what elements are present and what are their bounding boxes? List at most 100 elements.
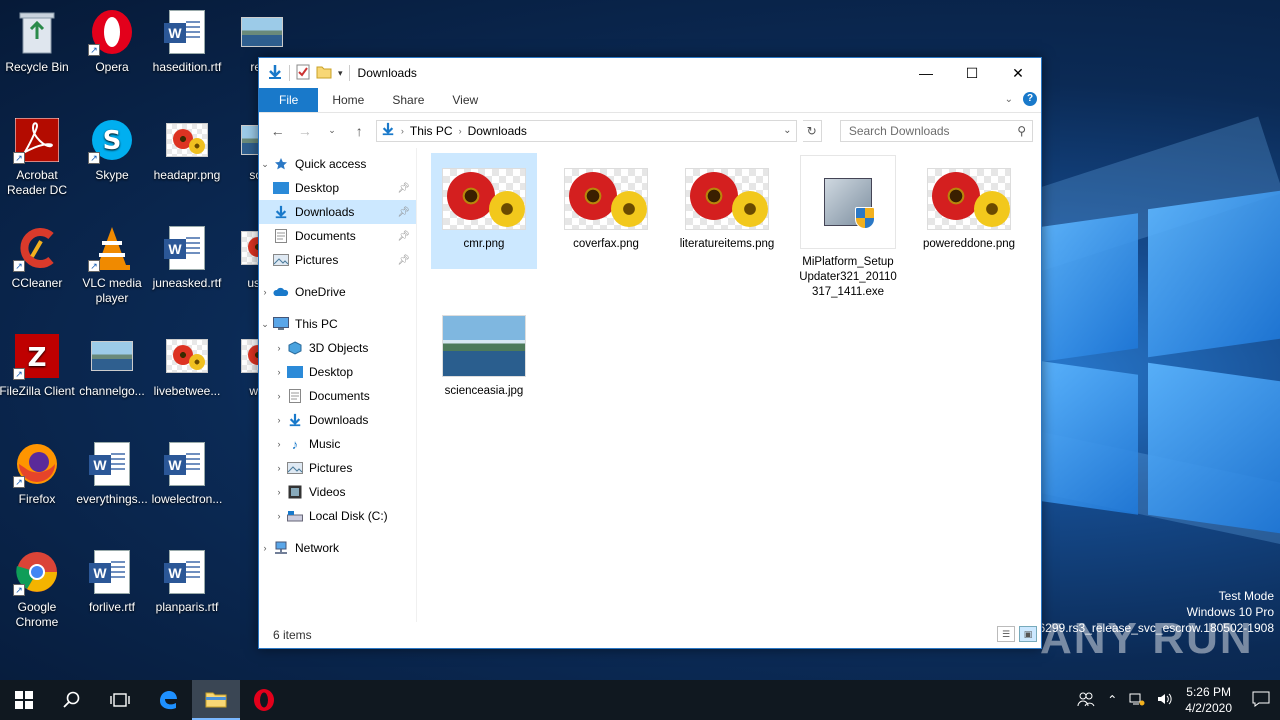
new-folder-icon[interactable]: [316, 65, 332, 82]
collapsed-chevron-icon[interactable]: ›: [273, 415, 285, 425]
collapsed-chevron-icon[interactable]: ›: [273, 439, 285, 449]
taskbar-opera[interactable]: [240, 680, 288, 720]
desktop-icon-filezilla[interactable]: Z ↗ FileZilla Client: [0, 326, 75, 399]
nav-music[interactable]: › ♪ Music: [259, 432, 416, 456]
desktop-icon-forlive[interactable]: W forlive.rtf: [74, 542, 150, 615]
nav-desktop[interactable]: › Desktop: [259, 360, 416, 384]
forward-button[interactable]: →: [294, 123, 315, 139]
computer-icon: [273, 316, 289, 332]
breadcrumb-chevron-icon[interactable]: ›: [459, 126, 462, 136]
nav-downloads[interactable]: › Downloads: [259, 408, 416, 432]
nav-quick-access[interactable]: ⌄ Quick access: [259, 152, 416, 176]
task-view-icon: [110, 693, 130, 707]
clock[interactable]: 5:26 PM 4/2/2020: [1185, 684, 1232, 716]
tab-home[interactable]: Home: [318, 88, 378, 112]
tab-view[interactable]: View: [438, 88, 492, 112]
desktop-icon-firefox[interactable]: ↗ Firefox: [0, 434, 75, 507]
people-icon[interactable]: [1077, 691, 1095, 710]
address-bar[interactable]: › This PC › Downloads ⌄: [375, 119, 797, 142]
shortcut-arrow-icon: ↗: [13, 368, 25, 380]
desktop-icon-recycle-bin[interactable]: Recycle Bin: [0, 2, 75, 75]
file-item[interactable]: powereddone.png: [916, 153, 1022, 252]
file-item[interactable]: literatureitems.png: [674, 153, 780, 252]
search-icon: [63, 691, 80, 708]
desktop-icon-headapr[interactable]: headapr.png: [149, 110, 225, 183]
collapsed-chevron-icon[interactable]: ›: [273, 343, 285, 353]
file-name: coverfax.png: [573, 238, 639, 250]
tab-share[interactable]: Share: [378, 88, 438, 112]
skype-icon: S ↗: [88, 116, 136, 164]
taskbar-file-explorer[interactable]: [192, 680, 240, 720]
desktop-icon-juneasked[interactable]: W juneasked.rtf: [149, 218, 225, 291]
collapsed-chevron-icon[interactable]: ›: [273, 463, 285, 473]
nav-this-pc[interactable]: ⌄ This PC: [259, 312, 416, 336]
desktop-icon-opera[interactable]: ↗ Opera: [74, 2, 150, 75]
desktop-icon-planparis[interactable]: W planparis.rtf: [149, 542, 225, 615]
task-view-button[interactable]: [96, 680, 144, 720]
minimize-button[interactable]: —: [903, 58, 949, 88]
expanded-chevron-icon[interactable]: ⌄: [259, 159, 271, 170]
breadcrumb-downloads[interactable]: Downloads: [468, 124, 527, 138]
chrome-icon: ↗: [13, 548, 61, 596]
volume-icon[interactable]: [1157, 692, 1173, 709]
search-input[interactable]: Search Downloads ⚲: [839, 119, 1034, 142]
nav-qa-desktop[interactable]: Desktop 📌︎: [259, 176, 416, 200]
title-bar[interactable]: ▾ Downloads — ☐ ✕: [259, 58, 1041, 88]
close-button[interactable]: ✕: [995, 58, 1041, 88]
nav-videos[interactable]: › Videos: [259, 480, 416, 504]
show-hidden-icons-icon[interactable]: ⌃: [1107, 693, 1117, 707]
nav-local-disk[interactable]: › Local Disk (C:): [259, 504, 416, 528]
desktop-icon-ccleaner[interactable]: ↗ CCleaner: [0, 218, 75, 291]
file-item[interactable]: scienceasia.jpg: [431, 300, 537, 399]
back-button[interactable]: ←: [267, 123, 288, 139]
nav-documents[interactable]: › Documents: [259, 384, 416, 408]
desktop-icon-label: Recycle Bin: [5, 60, 69, 74]
desktop-icon-acrobat[interactable]: ↗ Acrobat Reader DC: [0, 110, 75, 198]
collapsed-chevron-icon[interactable]: ›: [273, 367, 285, 377]
desktop-icon-hasedition[interactable]: W hasedition.rtf: [149, 2, 225, 75]
search-button[interactable]: [48, 680, 96, 720]
nav-network[interactable]: › Network: [259, 536, 416, 560]
properties-icon[interactable]: [296, 64, 310, 83]
collapsed-chevron-icon[interactable]: ›: [259, 287, 271, 297]
nav-qa-downloads[interactable]: Downloads 📌︎: [259, 200, 416, 224]
nav-qa-pictures[interactable]: Pictures 📌︎: [259, 248, 416, 272]
breadcrumb-this-pc[interactable]: This PC: [410, 124, 453, 138]
nav-3d-objects[interactable]: › 3D Objects: [259, 336, 416, 360]
breadcrumb-chevron-icon[interactable]: ›: [401, 126, 404, 136]
large-icons-view-button[interactable]: ▣: [1019, 626, 1037, 642]
desktop-icon-channelgo[interactable]: channelgo...: [74, 326, 150, 399]
recent-locations-button[interactable]: ⌄: [321, 125, 342, 136]
expanded-chevron-icon[interactable]: ⌄: [259, 319, 271, 330]
desktop-icon-livebetwee[interactable]: livebetwee...: [149, 326, 225, 399]
collapsed-chevron-icon[interactable]: ›: [273, 511, 285, 521]
desktop-icon-skype[interactable]: S ↗ Skype: [74, 110, 150, 183]
collapsed-chevron-icon[interactable]: ›: [259, 543, 271, 553]
up-button[interactable]: ↑: [349, 123, 370, 139]
network-status-icon[interactable]: [1129, 692, 1145, 709]
acrobat-icon: ↗: [13, 116, 61, 164]
start-button[interactable]: [0, 680, 48, 720]
expand-ribbon-icon[interactable]: ⌄: [1005, 94, 1013, 105]
file-item[interactable]: coverfax.png: [553, 153, 659, 252]
desktop-icon-vlc[interactable]: ↗ VLC media player: [74, 218, 150, 306]
maximize-button[interactable]: ☐: [949, 58, 995, 88]
collapsed-chevron-icon[interactable]: ›: [273, 391, 285, 401]
nav-qa-documents[interactable]: Documents 📌︎: [259, 224, 416, 248]
details-view-button[interactable]: ☰: [997, 626, 1015, 642]
help-icon[interactable]: ?: [1023, 92, 1037, 106]
desktop-icon-everythings[interactable]: W everythings...: [74, 434, 150, 507]
nav-onedrive[interactable]: › OneDrive: [259, 280, 416, 304]
action-center-icon[interactable]: [1252, 691, 1270, 710]
tab-file[interactable]: File: [259, 88, 319, 112]
refresh-button[interactable]: ↻: [802, 119, 822, 142]
desktop-icon-chrome[interactable]: ↗ Google Chrome: [0, 542, 75, 630]
file-item[interactable]: MiPlatform_SetupUpdater321_20110317_1411…: [795, 153, 901, 300]
nav-pictures[interactable]: › Pictures: [259, 456, 416, 480]
address-dropdown-icon[interactable]: ⌄: [783, 125, 791, 136]
desktop-icon-lowelectron[interactable]: W lowelectron...: [149, 434, 225, 507]
collapsed-chevron-icon[interactable]: ›: [273, 487, 285, 497]
customize-quick-access-icon[interactable]: ▾: [338, 68, 343, 79]
file-item[interactable]: cmr.png: [431, 153, 537, 269]
taskbar-edge[interactable]: [144, 680, 192, 720]
